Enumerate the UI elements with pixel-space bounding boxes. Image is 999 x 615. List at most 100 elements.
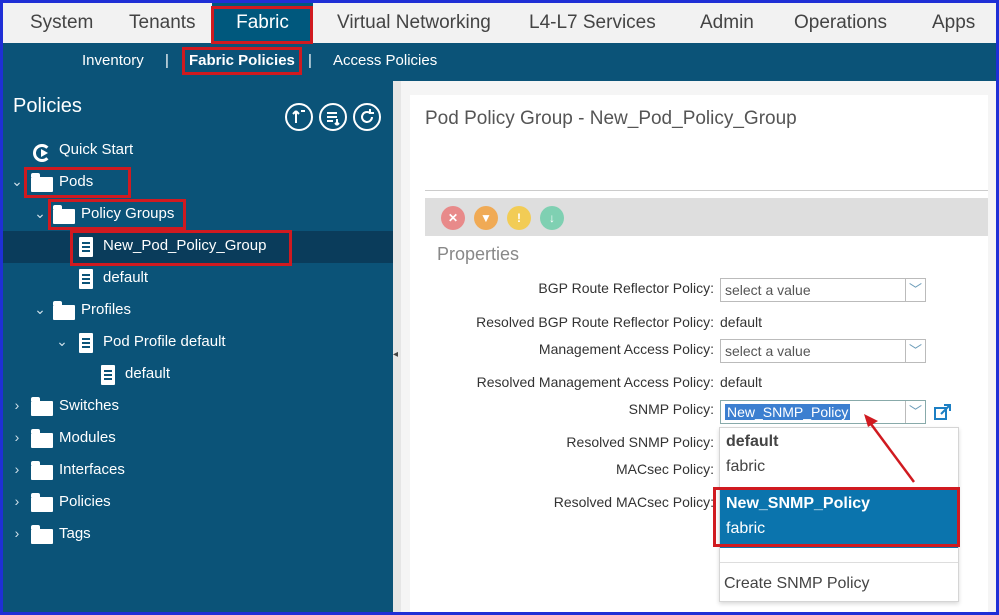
tree-item-label: Quick Start [59,141,134,158]
section-heading: Properties [437,244,520,264]
folder-icon [31,493,53,512]
folder-icon [31,173,53,192]
tree-item-label: Policies [59,493,111,510]
collapse-arrow-icon[interactable]: ◂ [393,349,398,360]
document-icon [79,269,93,289]
tree-item-tags[interactable]: › Tags [3,519,393,551]
chevron-down-icon[interactable]: ⌄ [33,301,47,318]
tree-item-label: Interfaces [59,461,125,478]
top-navigation: System Tenants Fabric Virtual Networking… [3,3,996,43]
tree-item-label: Pod Profile default [103,333,226,350]
tree-item-label: New_Pod_Policy_Group [103,237,267,254]
chevron-right-icon[interactable]: › [10,493,24,509]
major-fault-icon[interactable]: ▼ [474,206,498,230]
tab-fabric[interactable]: Fabric [212,3,313,43]
tree-item-modules[interactable]: › Modules [3,423,393,455]
tree-item-new-pod-policy-group[interactable]: New_Pod_Policy_Group [3,231,393,263]
folder-icon [31,397,53,416]
resolved-bgp-value: default [720,314,763,330]
snmp-policy-select[interactable]: New_SNMP_Policy ﹀ [720,400,926,424]
tree-item-pods[interactable]: ⌄ Pods [3,167,393,199]
policies-sidebar: Policies Quick Start ⌄ Pods ⌄ Policy Gro… [3,81,393,612]
bgp-route-reflector-select[interactable]: select a value ﹀ [720,278,926,302]
tree-item-label: Profiles [81,301,132,318]
tree-item-default[interactable]: default [3,263,393,295]
subnav-fabric-policies[interactable]: Fabric Policies [189,43,295,78]
management-access-label: Management Access Policy: [538,341,714,357]
bgp-route-reflector-label: BGP Route Reflector Policy: [538,280,714,296]
tree-item-label: Modules [59,429,116,446]
tab-virtual-networking[interactable]: Virtual Networking [337,3,491,43]
chevron-right-icon[interactable]: › [10,397,24,413]
collapse-all-icon[interactable] [285,103,313,131]
folder-icon [53,301,75,320]
resolved-management-value: default [720,374,763,390]
tree-item-profile-default[interactable]: default [3,359,393,391]
resolved-macsec-label: Resolved MACsec Policy: [553,494,714,510]
tree-item-profiles[interactable]: ⌄ Profiles [3,295,393,327]
tab-operations[interactable]: Operations [794,3,887,43]
tree-item-label: default [125,365,171,382]
fault-toolbar: ✕ ▼ ! ↓ [425,198,988,236]
resolved-bgp-label: Resolved BGP Route Reflector Policy: [476,314,714,330]
chevron-down-icon[interactable]: ⌄ [55,333,69,350]
subnav-separator: | [308,52,312,69]
create-snmp-policy-link[interactable]: Create SNMP Policy [724,575,870,593]
dropdown-option-default[interactable]: default fabric [720,430,958,486]
tab-admin[interactable]: Admin [700,3,754,43]
tree-item-interfaces[interactable]: › Interfaces [3,455,393,487]
sub-navigation: Inventory | Fabric Policies | Access Pol… [3,43,996,81]
page-title: Pod Policy Group - New_Pod_Policy_Group [425,108,797,129]
snmp-policy-dropdown: default fabric New_SNMP_Policy fabric Cr… [719,427,959,602]
tree-item-label: Policy Groups [81,205,175,222]
folder-icon [31,429,53,448]
refresh-icon[interactable] [353,103,381,131]
critical-fault-icon[interactable]: ✕ [441,206,465,230]
resolved-snmp-label: Resolved SNMP Policy: [566,434,714,450]
document-icon [101,365,115,385]
chevron-down-icon[interactable]: ﹀ [905,279,925,301]
document-icon [79,237,93,257]
tree-item-pod-profile-default[interactable]: ⌄ Pod Profile default [3,327,393,359]
tree-item-policies[interactable]: › Policies [3,487,393,519]
tab-tenants[interactable]: Tenants [129,3,196,43]
document-icon [79,333,93,353]
sidebar-splitter[interactable]: ◂ [393,81,401,612]
open-external-icon[interactable] [933,402,953,422]
folder-icon [31,525,53,544]
folder-icon [31,461,53,480]
tree-item-label: Switches [59,397,120,414]
resolved-management-label: Resolved Management Access Policy: [476,374,714,390]
subnav-inventory[interactable]: Inventory [82,43,144,78]
tree-item-label: Pods [59,173,94,190]
macsec-policy-label: MACsec Policy: [615,461,714,477]
quick-start-icon [33,144,51,162]
dropdown-separator [720,562,958,563]
chevron-right-icon[interactable]: › [10,429,24,445]
snmp-policy-label: SNMP Policy: [628,401,714,417]
chevron-right-icon[interactable]: › [10,461,24,477]
tree-item-quick-start[interactable]: Quick Start [3,135,393,167]
tab-system[interactable]: System [30,3,93,43]
expand-list-icon[interactable] [319,103,347,131]
management-access-select[interactable]: select a value ﹀ [720,339,926,363]
minor-fault-icon[interactable]: ! [507,206,531,230]
subnav-access-policies[interactable]: Access Policies [333,43,437,78]
warning-fault-icon[interactable]: ↓ [540,206,564,230]
tree-item-label: default [103,269,149,286]
tree-item-label: Tags [59,525,91,542]
divider [425,190,988,191]
chevron-down-icon[interactable]: ⌄ [33,205,47,222]
chevron-down-icon[interactable]: ﹀ [905,340,925,362]
chevron-down-icon[interactable]: ﹀ [905,401,925,423]
chevron-down-icon[interactable]: ⌄ [10,173,24,190]
tab-l4-l7-services[interactable]: L4-L7 Services [529,3,656,43]
folder-icon [53,205,75,224]
tab-apps[interactable]: Apps [932,3,975,43]
dropdown-option-new-snmp-policy[interactable]: New_SNMP_Policy fabric [720,490,958,548]
tree-item-switches[interactable]: › Switches [3,391,393,423]
tree-item-policy-groups[interactable]: ⌄ Policy Groups [3,199,393,231]
chevron-right-icon[interactable]: › [10,525,24,541]
subnav-separator: | [165,52,169,69]
sidebar-title: Policies [13,95,82,117]
